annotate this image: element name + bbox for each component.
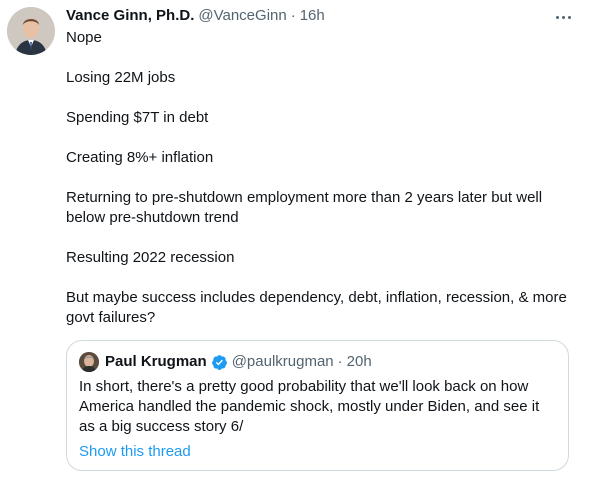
tweet-paragraph: Returning to pre-shutdown employment mor… — [66, 189, 543, 226]
author-name[interactable]: Vance Ginn, Ph.D. — [66, 6, 194, 26]
tweet-header: Vance Ginn, Ph.D. @VanceGinn · 16h — [66, 6, 576, 26]
tweet-paragraph: Creating 8%+ inflation — [66, 149, 214, 166]
quoted-tweet-timestamp[interactable]: 20h — [347, 352, 372, 372]
more-dot — [555, 15, 559, 19]
author-handle[interactable]: @VanceGinn — [198, 6, 286, 26]
more-dot — [561, 15, 565, 19]
tweet-paragraph: Resulting 2022 recession — [66, 249, 235, 266]
quoted-separator-dot: · — [337, 353, 343, 370]
author-avatar-image — [7, 7, 55, 55]
verified-badge-icon — [211, 354, 227, 370]
quoted-tweet-header: Paul Krugman @paulkrugman · 20h — [79, 352, 372, 372]
tweet-paragraph: Losing 22M jobs — [66, 69, 176, 86]
tweet-body: Vance Ginn, Ph.D. @VanceGinn · 16h Nope … — [66, 6, 576, 348]
tweet-timestamp[interactable]: 16h — [300, 6, 325, 26]
tweet-paragraph: Nope — [66, 29, 102, 46]
separator-dot: · — [290, 7, 296, 24]
quoted-author-handle[interactable]: @paulkrugman — [232, 352, 334, 372]
tweet-paragraph: Spending $7T in debt — [66, 109, 209, 126]
tweet[interactable]: Vance Ginn, Ph.D. @VanceGinn · 16h Nope … — [0, 0, 592, 483]
author-avatar[interactable] — [7, 7, 55, 55]
quoted-author-avatar[interactable] — [79, 352, 99, 372]
quoted-author-name[interactable]: Paul Krugman — [105, 352, 207, 372]
tweet-text: Nope Losing 22M jobs Spending $7T in deb… — [66, 28, 576, 328]
more-options-icon[interactable] — [552, 8, 574, 26]
show-thread-link[interactable]: Show this thread — [79, 442, 191, 462]
more-dot — [567, 15, 571, 19]
quoted-tweet[interactable]: Paul Krugman @paulkrugman · 20h In short… — [66, 340, 569, 471]
quoted-author-avatar-image — [79, 352, 99, 372]
quoted-tweet-text: In short, there's a pretty good probabil… — [79, 378, 540, 435]
tweet-paragraph: But maybe success includes dependency, d… — [66, 289, 567, 326]
